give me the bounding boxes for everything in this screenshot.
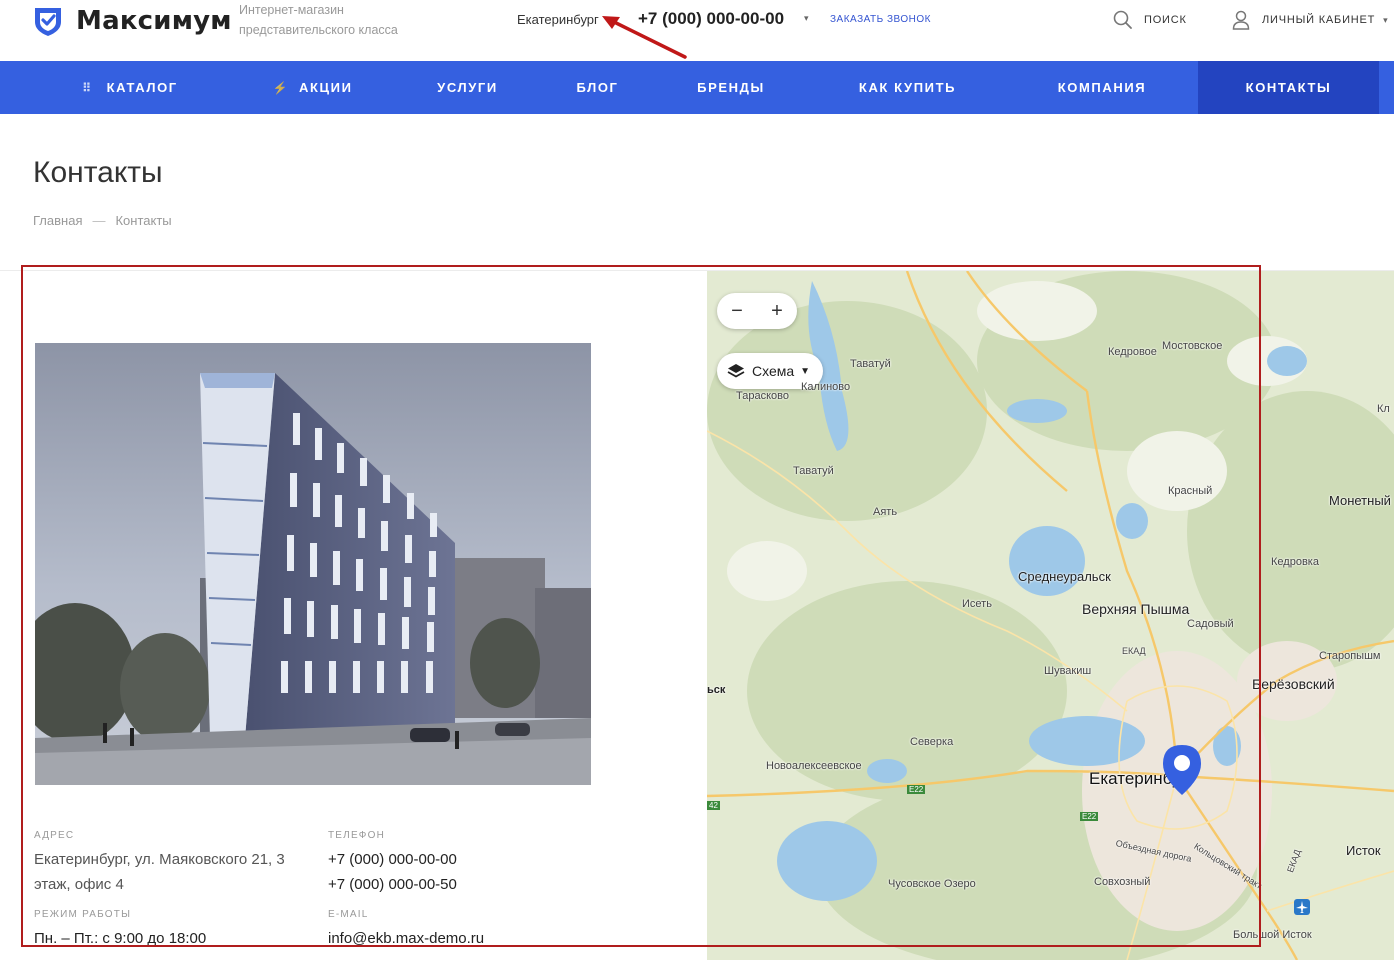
map-label: Совхозный bbox=[1094, 876, 1151, 888]
airport-icon bbox=[1294, 899, 1310, 915]
logo[interactable]: Максимум bbox=[32, 5, 232, 37]
road-sign: 42 bbox=[707, 801, 720, 810]
chevron-down-icon[interactable]: ▾ bbox=[804, 13, 809, 24]
personal-account-button[interactable]: ЛИЧНЫЙ КАБИНЕТ ▾ bbox=[1232, 10, 1388, 30]
map-label: Исток bbox=[1346, 843, 1381, 858]
location-pin-icon[interactable] bbox=[1162, 744, 1202, 796]
header: Максимум Интернет-магазин представительс… bbox=[0, 0, 1394, 61]
map-label: Среднеуральск bbox=[1018, 569, 1111, 584]
search-icon bbox=[1113, 10, 1132, 29]
nav-item-brands[interactable]: БРЕНДЫ bbox=[675, 61, 787, 114]
lightning-icon: ⚡ bbox=[272, 80, 290, 95]
map-label: Таватуй bbox=[793, 465, 834, 477]
map-label: Берёзовский bbox=[1252, 676, 1335, 692]
hours-block: РЕЖИМ РАБОТЫ Пн. – Пт.: с 9:00 до 18:00 bbox=[34, 909, 314, 951]
breadcrumb-separator: — bbox=[92, 213, 106, 228]
map-label: Кл bbox=[1377, 403, 1390, 415]
personal-account-label: ЛИЧНЫЙ КАБИНЕТ bbox=[1262, 14, 1376, 26]
breadcrumb-home[interactable]: Главная bbox=[33, 213, 82, 228]
slogan: Интернет-магазин представительского клас… bbox=[239, 3, 398, 37]
map-label: Кедровое bbox=[1108, 346, 1157, 358]
nav-item-company[interactable]: КОМПАНИЯ bbox=[1032, 61, 1172, 114]
map-label: Садовый bbox=[1187, 618, 1234, 630]
breadcrumb-current: Контакты bbox=[115, 213, 172, 228]
nav-item-label: КОНТАКТЫ bbox=[1245, 80, 1332, 95]
office-building-image bbox=[35, 343, 591, 785]
search-button[interactable]: ПОИСК bbox=[1113, 10, 1187, 29]
working-hours: Пн. – Пт.: с 9:00 до 18:00 bbox=[34, 930, 207, 947]
address-line-1: Екатеринбург, ул. Маяковского 21, 3 bbox=[34, 851, 285, 868]
map-label: Верхняя Пышма bbox=[1082, 601, 1190, 617]
map-label: Большой Исток bbox=[1233, 929, 1312, 941]
breadcrumb: Главная — Контакты bbox=[33, 213, 172, 228]
map-layer-label: Схема bbox=[752, 363, 795, 379]
phone-2[interactable]: +7 (000) 000-00-50 bbox=[328, 872, 578, 897]
city-selector[interactable]: Екатеринбург bbox=[517, 12, 599, 27]
email-link[interactable]: info@ekb.max-demo.ru bbox=[328, 926, 578, 951]
map-label: Тарасково bbox=[736, 390, 789, 402]
page-title: Контакты bbox=[33, 156, 163, 189]
nav-item-label: КАТАЛОГ bbox=[106, 80, 178, 95]
grid-icon: ⠿ bbox=[82, 80, 93, 95]
map-label: ЕКАД bbox=[1122, 646, 1146, 656]
map-label: Аять bbox=[873, 506, 898, 518]
callback-link[interactable]: ЗАКАЗАТЬ ЗВОНОК bbox=[830, 14, 931, 25]
road-sign: E22 bbox=[907, 785, 926, 794]
map-zoom-control: − + bbox=[717, 293, 797, 329]
map-label: Чусовское Озеро bbox=[888, 878, 976, 890]
address-line-2: этаж, офис 4 bbox=[34, 876, 124, 893]
layers-icon bbox=[727, 364, 745, 378]
map-label: Таватуй bbox=[850, 358, 891, 370]
map-label: Исеть bbox=[962, 598, 992, 610]
zoom-out-button[interactable]: − bbox=[717, 293, 757, 329]
annotation-arrow-icon bbox=[602, 16, 687, 59]
map-label: ьск bbox=[707, 684, 726, 696]
map-label: Красный bbox=[1168, 485, 1213, 497]
phone-label: ТЕЛЕФОН bbox=[328, 830, 386, 841]
nav-item-promotions[interactable]: ⚡ АКЦИИ bbox=[250, 61, 375, 114]
nav-item-services[interactable]: УСЛУГИ bbox=[415, 61, 520, 114]
email-label: E-MAIL bbox=[328, 909, 369, 920]
hours-label: РЕЖИМ РАБОТЫ bbox=[34, 909, 132, 920]
nav-item-label: УСЛУГИ bbox=[437, 80, 498, 95]
map-label: Мостовское bbox=[1162, 340, 1223, 352]
address-label: АДРЕС bbox=[34, 830, 75, 841]
map-label: Старопышм bbox=[1319, 650, 1381, 662]
nav-item-label: КАК КУПИТЬ bbox=[858, 80, 957, 95]
email-block: E-MAIL info@ekb.max-demo.ru bbox=[328, 909, 578, 951]
address-block: АДРЕС Екатеринбург, ул. Маяковского 21, … bbox=[34, 830, 314, 897]
nav-item-how-to-buy[interactable]: КАК КУПИТЬ bbox=[835, 61, 980, 114]
search-label: ПОИСК bbox=[1144, 13, 1187, 26]
nav-item-label: БЛОГ bbox=[576, 80, 619, 95]
phone-1[interactable]: +7 (000) 000-00-00 bbox=[328, 847, 578, 872]
map-label: Кедровка bbox=[1271, 556, 1319, 568]
user-icon bbox=[1232, 10, 1250, 30]
road-sign: E22 bbox=[1080, 812, 1099, 821]
chevron-down-icon: ▼ bbox=[800, 365, 811, 377]
nav-item-blog[interactable]: БЛОГ bbox=[550, 61, 645, 114]
map[interactable]: − + Схема ▼ Таватуй Калиново Тарасково Т… bbox=[707, 271, 1394, 960]
main-nav: ⠿ КАТАЛОГ ⚡ АКЦИИ УСЛУГИ БЛОГ БРЕНДЫ КАК… bbox=[0, 61, 1394, 114]
phone-block: ТЕЛЕФОН +7 (000) 000-00-00 +7 (000) 000-… bbox=[328, 830, 578, 897]
logo-text: Максимум bbox=[76, 6, 232, 36]
map-label: Северка bbox=[910, 736, 954, 748]
map-label: Калиново bbox=[801, 381, 851, 393]
map-label: Новоалексеевское bbox=[766, 760, 862, 772]
logo-shield-icon bbox=[35, 8, 61, 36]
nav-item-label: АКЦИИ bbox=[299, 80, 353, 95]
map-label: Монетный bbox=[1329, 493, 1391, 508]
chevron-down-icon: ▾ bbox=[1383, 14, 1388, 25]
zoom-in-button[interactable]: + bbox=[757, 293, 797, 329]
nav-item-catalog[interactable]: ⠿ КАТАЛОГ bbox=[60, 61, 200, 114]
nav-item-contacts[interactable]: КОНТАКТЫ bbox=[1198, 61, 1379, 114]
nav-item-label: КОМПАНИЯ bbox=[1057, 80, 1147, 95]
map-label: Шувакиш bbox=[1044, 665, 1092, 677]
nav-item-label: БРЕНДЫ bbox=[697, 80, 765, 95]
